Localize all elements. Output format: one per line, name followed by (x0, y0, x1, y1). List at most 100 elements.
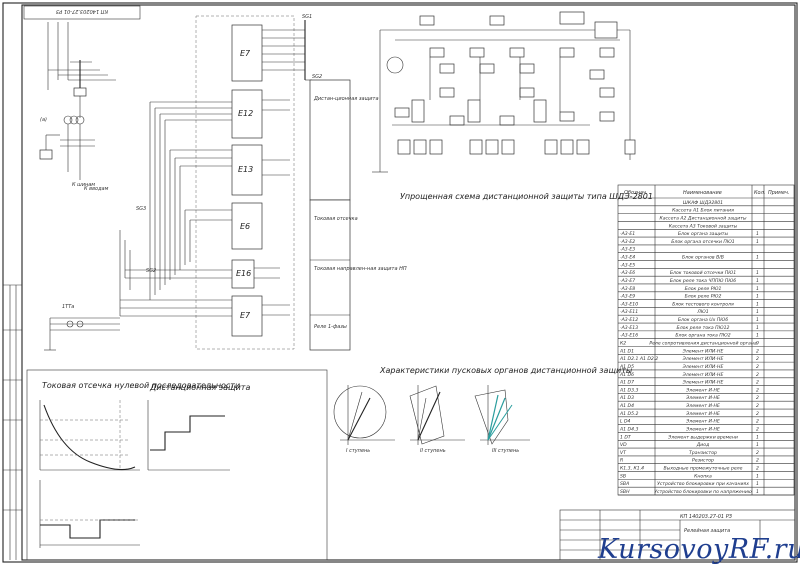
table-cell: -А3-Е1 (620, 231, 635, 237)
drawing-sheet: КП 140203.27-01 РЗ (a) К шинам К вводам … (0, 0, 800, 565)
block-e13-label: Е13 (238, 165, 253, 174)
table-cell: А1 D4.3 (619, 426, 638, 432)
watermark: KursovoyRF.ru (598, 534, 800, 565)
time-plot (39, 480, 140, 548)
table-cell: Устройство блокировки при качаниях (657, 481, 749, 487)
table-cell: 1 (756, 309, 759, 315)
table-cell: -А3-Е10 (620, 301, 638, 307)
table-cell: Блок органов В/В (682, 255, 724, 261)
table-cell: Блок реле тока ЧППЮ ПЮ6 (670, 278, 737, 284)
table-cell: Элемент ИЛИ-НЕ (682, 380, 724, 386)
table-cell: Кассета А2 Дистанционной защиты (659, 215, 746, 221)
table-cell: 1 (756, 434, 759, 440)
side-boxes: Дистан-ционная защита Токовая отсечка То… (309, 79, 407, 351)
spec-table: Обознач. Наименование Кол. Примеч. ШКАФ … (617, 184, 795, 496)
table-cell: А1 D4 (619, 403, 634, 409)
table-cell: 2 (756, 356, 759, 362)
table-cell: 2 (756, 403, 759, 409)
table-cell: -А3-Е13 (620, 325, 638, 331)
ct-group: 1ТТа (44, 304, 120, 351)
table-cell: 1 DT (620, 434, 632, 440)
table-cell: Элемент И-НЕ (685, 387, 720, 393)
table-cell: Элемент И-НЕ (685, 403, 720, 409)
table-cell: Блок органа Ux ПЮ6 (678, 317, 728, 323)
stamp-top-text: КП 140203.27-01 РЗ (55, 8, 108, 14)
table-cell: Выходные промежуточные реле (664, 466, 743, 472)
sg1-label: SG1 (302, 14, 312, 20)
block-e7-label: Е7 (240, 49, 251, 58)
table-cell: Диод (696, 442, 710, 448)
table-cell: Кассета А3 Токовой защиты (669, 223, 738, 229)
table-cell: Кнопка (694, 473, 712, 479)
table-cell: 1 (756, 481, 759, 487)
block-e12-label: Е12 (238, 109, 253, 118)
transformer-circuit: (a) К шинам К вводам (39, 22, 116, 192)
block-e16-label: Е16 (236, 269, 251, 278)
table-cell: SBA (620, 481, 629, 487)
table-cell: Блок реле РЮ1 (685, 286, 722, 292)
table-cell: Элемент И-НЕ (685, 395, 720, 401)
table-cell: 1 (756, 333, 759, 339)
table-cell: Реле сопротивления дистанционной органа (649, 341, 757, 347)
table-cell: А1 D7 (619, 380, 634, 386)
table-cell: А1 D5 (619, 364, 634, 370)
vector-step-2: II ступень (420, 448, 446, 454)
table-cell: 1 (756, 325, 759, 331)
table-cell: -А3-Е12 (620, 317, 638, 323)
table-cell: SBH (620, 489, 630, 495)
table-cell: L D4 (620, 419, 631, 425)
table-cell: А1 D3 (619, 395, 634, 401)
table-cell: Блок органа защиты (678, 231, 729, 237)
table-cell: А1 D2.1 А1 D2.2 (619, 356, 658, 362)
table-cell: 1 (756, 442, 759, 448)
main-schematic-title: Упрощенная схема дистанционной защиты ти… (400, 192, 653, 201)
side-box-directional: Токовая направлен-ная защита НП (314, 266, 407, 272)
table-cell: Блок реле РЮ2 (685, 294, 722, 300)
table-cell: Транзистор (689, 450, 717, 456)
vector-diagrams: I ступень II ступень III ступень (333, 385, 530, 454)
table-cell: 2 (756, 364, 759, 370)
block-column: Е7 Е12 Е13 Е6 Е16 Е7 (231, 24, 263, 337)
table-cell: VD (620, 442, 627, 448)
table-cell: ШКАФ ШДЭ2801 (683, 200, 723, 206)
table-cell: -А3-Е16 (620, 333, 638, 339)
table-rows: ШКАФ ШДЭ2801Кассета А1 Блок питанияКассе… (618, 200, 794, 496)
side-box-relay: Реле 1-фазы (314, 324, 347, 330)
table-cell: -А3-Е2 (620, 239, 635, 245)
table-cell: Элемент ИЛИ-НЕ (682, 364, 724, 370)
table-cell: Блок реле тока ПЮ12 (677, 325, 730, 331)
table-cell: 2 (756, 426, 759, 432)
table-cell: Элемент ИЛИ-НЕ (682, 348, 724, 354)
table-cell: К2 (620, 341, 626, 347)
table-cell: Элемент И-НЕ (685, 419, 720, 425)
table-cell: Элемент ИЛИ-НЕ (682, 356, 724, 362)
bus-wires: SG3 SG2 (119, 101, 232, 317)
table-cell: Кассета А1 Блок питания (672, 208, 734, 214)
table-cell: 1 (756, 231, 759, 237)
table-cell: 1 (756, 255, 759, 261)
table-cell: 1 (756, 239, 759, 245)
table-cell: -А3-Е3 (620, 247, 635, 253)
table-header-name: Наименование (683, 190, 722, 196)
table-cell: К1.3, К1.4 (620, 466, 644, 472)
stamp-code: КП 140203.27-01 РЗ (680, 514, 733, 520)
distance-plot (147, 400, 230, 471)
table-cell: 2 (756, 348, 759, 354)
table-cell: 9 (756, 341, 759, 347)
table-cell: Элемент И-НЕ (685, 426, 720, 432)
table-cell: А1 D3.3 (619, 387, 638, 393)
table-cell: 2 (756, 387, 759, 393)
current-cutoff-plot (39, 400, 140, 471)
table-cell: R (620, 458, 623, 464)
block-e6-label: Е6 (240, 222, 250, 231)
table-cell: 1 (756, 473, 759, 479)
side-box-distance: Дистан-ционная защита (313, 96, 379, 102)
table-cell: Блок токовой отсечки ПЮ1 (670, 270, 736, 276)
table-cell: ЛЮ1 (696, 309, 708, 315)
vector-step-3: III ступень (492, 448, 519, 454)
table-cell: 1 (756, 301, 759, 307)
vector-step-1: I ступень (346, 448, 370, 454)
table-cell: SB (620, 473, 626, 479)
block-e7b-label: Е7 (240, 311, 251, 320)
table-cell: -А3-Е6 (620, 270, 635, 276)
